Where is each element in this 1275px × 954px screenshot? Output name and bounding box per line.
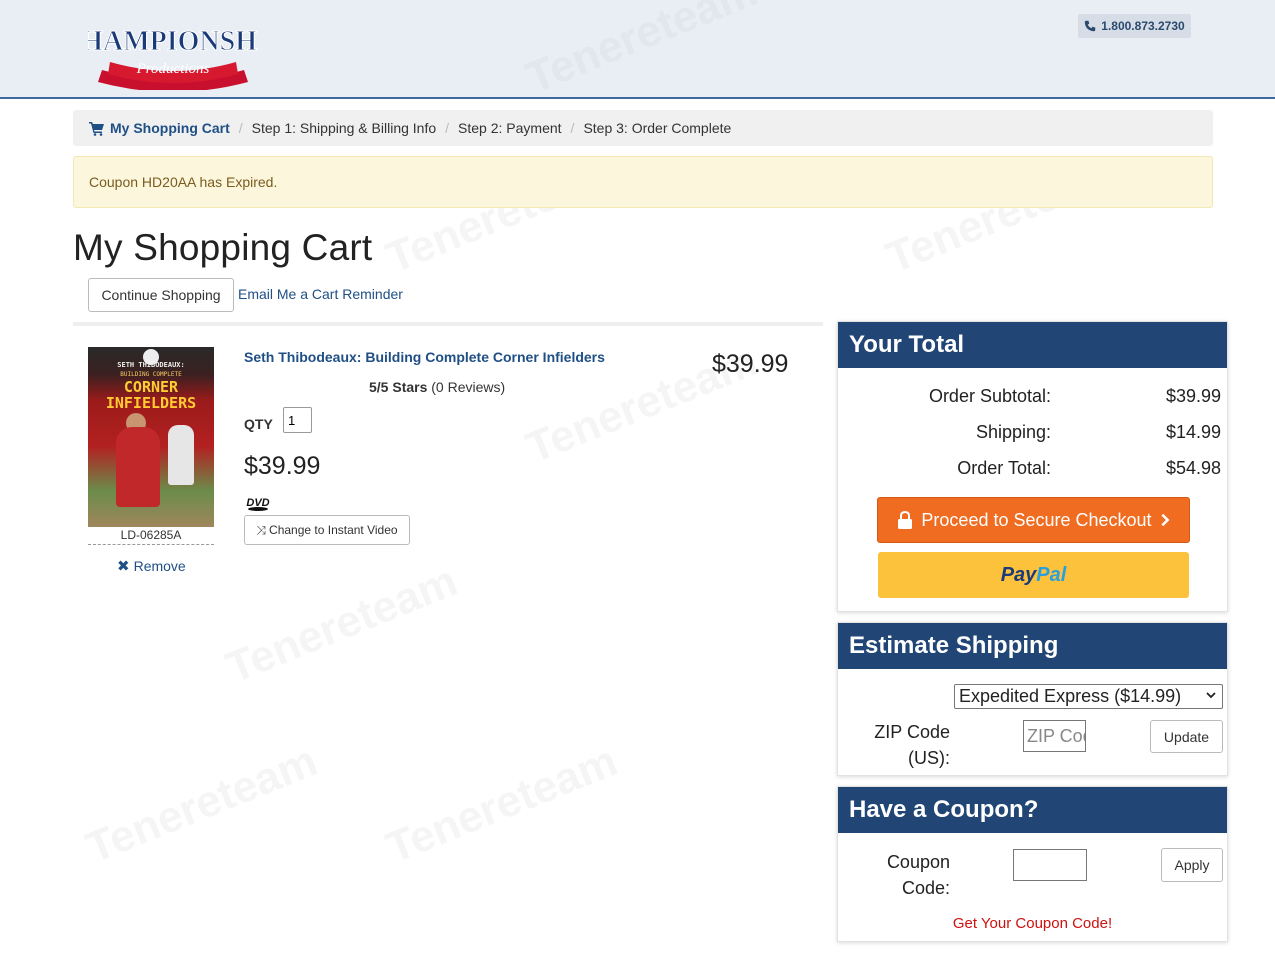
breadcrumb-step2[interactable]: Step 2: Payment — [458, 120, 562, 136]
email-cart-reminder-link[interactable]: Email Me a Cart Reminder — [238, 286, 403, 302]
estimate-shipping-panel: Estimate Shipping Expedited Express ($14… — [837, 622, 1228, 776]
order-total-value: $54.98 — [1165, 458, 1221, 478]
subtotal-value: $39.99 — [1165, 386, 1221, 406]
update-shipping-button[interactable]: Update — [1150, 720, 1223, 753]
paypal-button[interactable]: Pay Pal — [878, 552, 1189, 598]
chevron-right-icon — [1161, 513, 1170, 527]
proceed-to-checkout-button[interactable]: Proceed to Secure Checkout — [877, 497, 1190, 543]
subtotal-row: Order Subtotal: $39.99 — [836, 386, 1221, 407]
zip-code-input[interactable]: ZIP Code — [1023, 720, 1086, 752]
coupon-code-input[interactable] — [1013, 849, 1087, 881]
cart-icon — [89, 121, 104, 136]
qty-input[interactable] — [283, 407, 312, 433]
shipping-row: Shipping: $14.99 — [836, 422, 1221, 443]
phone-text: 1.800.873.2730 — [1101, 19, 1185, 33]
shipping-value: $14.99 — [1165, 422, 1221, 442]
breadcrumb-cart[interactable]: My Shopping Cart — [89, 120, 230, 136]
shipping-selected-option: Expedited Express ($14.99) — [959, 686, 1182, 706]
coupon-link-text: Get Your Coupon Code! — [952, 915, 1113, 932]
subtotal-label: Order Subtotal: — [928, 386, 1051, 406]
rating-reviews: (0 Reviews) — [431, 379, 506, 395]
watermark: Tenereteam — [79, 736, 324, 873]
order-total-row: Order Total: $54.98 — [836, 458, 1221, 479]
product-sku: LD-06285A — [88, 528, 214, 545]
close-icon: ✖ — [117, 558, 130, 575]
product-name-link[interactable]: Seth Thibodeaux: Building Complete Corne… — [244, 349, 605, 365]
product-image[interactable]: SETH THIBODEAUX: BUILDING COMPLETE CORNE… — [88, 347, 214, 527]
product-price: $39.99 — [244, 452, 321, 480]
rating-stars: 5/5 Stars — [369, 379, 428, 395]
chevron-down-icon — [1206, 692, 1216, 699]
your-total-heading: Your Total — [838, 322, 1227, 368]
coach-figure — [116, 427, 160, 507]
coupon-panel: Have a Coupon? Coupon Code: Apply Get You… — [837, 786, 1228, 942]
svg-text:Productions: Productions — [136, 61, 210, 77]
apply-coupon-button[interactable]: Apply — [1161, 848, 1223, 882]
remove-item-button[interactable]: ✖ Remove — [117, 557, 186, 575]
get-coupon-code-link[interactable]: Get Your Coupon Code! — [838, 915, 1227, 932]
cart-divider — [73, 322, 823, 326]
cover-subtitle: BUILDING COMPLETE — [120, 371, 182, 378]
championship-productions-logo[interactable]: CHAMPIONSHIP Productions — [61, 10, 286, 92]
shuffle-icon: ⤨ — [256, 522, 267, 537]
shipping-method-select[interactable]: Expedited Express ($14.99) — [954, 684, 1223, 709]
shipping-label: Shipping: — [975, 422, 1051, 442]
breadcrumb-separator: / — [238, 120, 243, 136]
zip-code-label: ZIP Code (US): — [874, 722, 950, 768]
breadcrumb-separator: / — [570, 120, 575, 136]
paypal-logo-pay: Pay — [1000, 563, 1037, 586]
your-total-panel: Your Total Order Subtotal: $39.99 Shippi… — [837, 321, 1228, 612]
cover-title: SETH THIBODEAUX: — [117, 361, 185, 369]
watermark: Tenereteam — [379, 736, 624, 873]
line-item-price: $39.99 — [712, 350, 789, 378]
change-to-instant-video-button[interactable]: ⤨ Change to Instant Video — [244, 515, 410, 545]
player-figure — [168, 425, 194, 485]
product-rating: 5/5 Stars (0 Reviews) — [369, 379, 505, 395]
checkout-breadcrumb: My Shopping Cart / Step 1: Shipping & Bi… — [73, 110, 1213, 146]
phone-number[interactable]: 1.800.873.2730 — [1078, 14, 1191, 38]
lock-icon — [898, 511, 913, 529]
coupon-code-label: Coupon Code: — [886, 852, 950, 898]
continue-shopping-button[interactable]: Continue Shopping — [88, 278, 234, 312]
order-total-label: Order Total: — [957, 458, 1051, 478]
phone-icon — [1085, 20, 1096, 32]
breadcrumb-cart-label: My Shopping Cart — [110, 120, 230, 136]
dvd-icon: DVD — [246, 497, 270, 511]
coupon-expired-alert: Coupon HD20AA has Expired. — [73, 156, 1213, 208]
page-title: My Shopping Cart — [73, 227, 373, 268]
change-label: Change to Instant Video — [269, 523, 398, 537]
paypal-logo-pal: Pal — [1036, 563, 1067, 586]
coupon-heading: Have a Coupon? — [838, 787, 1227, 833]
breadcrumb-step3[interactable]: Step 3: Order Complete — [583, 120, 731, 136]
cover-headline: CORNER INFIELDERS — [105, 378, 197, 412]
svg-text:CHAMPIONSHIP: CHAMPIONSHIP — [88, 26, 258, 57]
site-header: CHAMPIONSHIP Productions 1.800.873.2730 — [0, 0, 1275, 99]
qty-label: QTY — [244, 416, 273, 432]
watermark: Tenereteam — [219, 556, 464, 693]
checkout-label: Proceed to Secure Checkout — [921, 509, 1152, 530]
estimate-shipping-heading: Estimate Shipping — [838, 623, 1227, 669]
breadcrumb-step1[interactable]: Step 1: Shipping & Billing Info — [252, 120, 436, 136]
remove-label: Remove — [133, 558, 186, 574]
breadcrumb-separator: / — [445, 120, 450, 136]
